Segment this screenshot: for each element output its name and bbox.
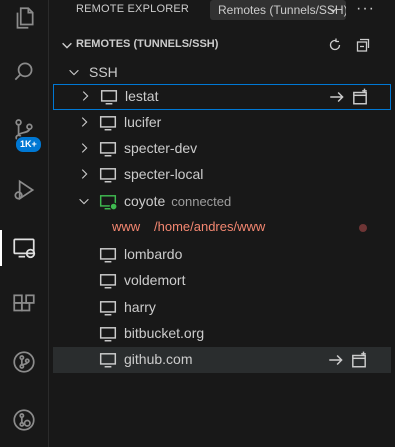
chevron-right-icon [81,169,88,179]
folder-path: /home/andres/www [154,219,266,234]
chevron-right-icon [81,143,88,153]
host-label: coyote [124,193,166,209]
monitor-icon [99,353,117,368]
host-row-connected[interactable]: coyote connected [53,189,391,215]
remote-folder-row[interactable]: www /home/andres/www [53,215,391,241]
chevron-down-icon [62,42,72,49]
host-row[interactable]: voldemort [53,268,391,294]
host-row[interactable]: lestat [53,84,391,110]
monitor-icon [99,248,117,263]
monitor-connected-icon [99,195,117,211]
monitor-icon [99,274,117,289]
connect-arrow-icon[interactable] [327,351,345,369]
modified-dot-icon [359,224,367,232]
host-label: github.com [124,351,193,367]
host-row[interactable]: lombardo [53,242,391,268]
host-row[interactable]: bitbucket.org [53,321,391,347]
host-row[interactable]: lucifer [53,110,391,136]
open-new-window-icon[interactable] [350,351,368,369]
host-row[interactable]: specter-local [53,162,391,188]
git-graph-icon[interactable] [0,340,48,384]
open-new-window-icon[interactable] [351,88,369,106]
host-row[interactable]: harry [53,295,391,321]
host-label: voldemort [124,272,186,288]
host-label: lucifer [124,114,162,130]
host-row[interactable]: specter-dev [53,136,391,162]
chevron-down-icon [79,198,89,205]
host-label: specter-dev [124,140,198,156]
remote-explorer-sidebar: REMOTE EXPLORER Remotes (Tunnels/SSH) ··… [49,0,395,447]
search-icon[interactable] [0,50,48,94]
monitor-icon [99,168,117,183]
sidebar-title-bar: REMOTE EXPLORER Remotes (Tunnels/SSH) ··… [49,0,395,20]
monitor-icon [100,90,118,105]
host-label-row: coyote connected [124,193,231,209]
chevron-down-icon [329,7,337,13]
run-debug-icon[interactable] [0,168,48,212]
host-label: bitbucket.org [124,325,205,341]
chevron-down-icon [69,69,79,76]
source-control-badge: 1K+ [15,136,42,153]
host-label: lestat [125,88,159,104]
host-label: lombardo [124,246,183,262]
connection-status: connected [171,194,232,209]
activity-bar: 1K+ [0,0,49,447]
extensions-icon[interactable] [0,282,48,326]
monitor-icon [99,327,117,342]
more-actions-icon[interactable]: ··· [356,0,375,18]
remote-type-select[interactable]: Remotes (Tunnels/SSH) [210,0,346,20]
ssh-group-label: SSH [89,64,118,80]
remote-explorer-icon[interactable] [0,226,48,270]
host-row[interactable]: github.com [53,347,391,373]
folder-icon-label: www [112,219,141,234]
refresh-icon[interactable] [327,37,343,53]
section-title: REMOTES (TUNNELS/SSH) [76,38,219,50]
sidebar-title: REMOTE EXPLORER [76,3,190,15]
collapse-all-icon[interactable] [355,37,371,53]
explorer-files-icon[interactable] [0,0,48,40]
host-label: harry [124,299,156,315]
connect-arrow-icon[interactable] [328,88,346,106]
remotes-section-header[interactable]: REMOTES (TUNNELS/SSH) [49,34,395,56]
ssh-group[interactable]: SSH [53,60,391,86]
chevron-right-icon [81,117,88,127]
chevron-right-icon [82,91,89,101]
monitor-icon [99,116,117,131]
host-label: specter-local [124,166,204,182]
monitor-icon [99,142,117,157]
pull-requests-icon[interactable] [0,398,48,442]
monitor-icon [99,301,117,316]
